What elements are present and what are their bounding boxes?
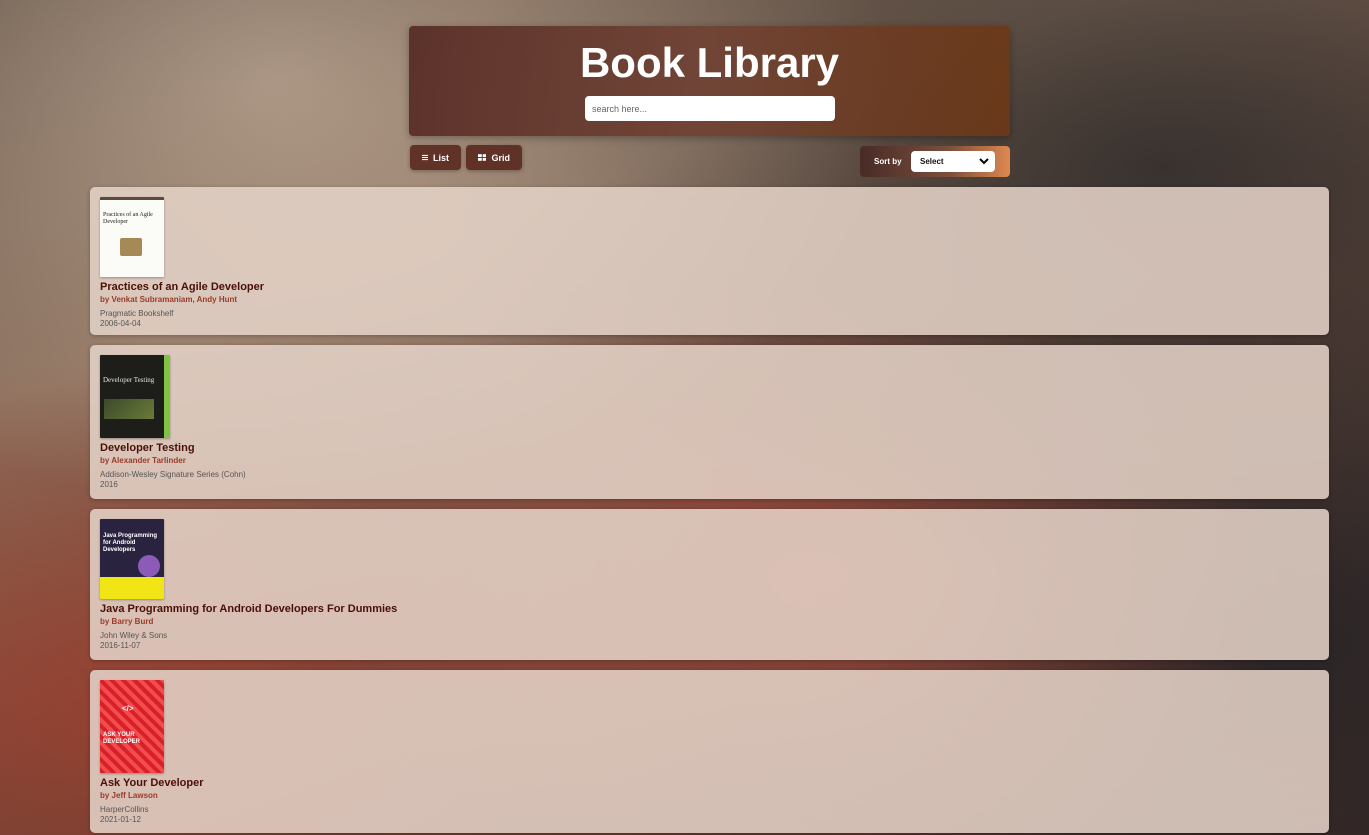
book-date: 2006-04-04 [100,319,141,328]
book-cover-text: Java Programming for Android Developers [103,533,158,553]
list-icon [422,154,428,161]
book-cover-image: Practices of an Agile Developer [100,197,164,277]
page-title: Book Library [579,39,840,86]
chevron-down-icon [979,158,989,165]
list-view-label: List [432,152,449,163]
book-card[interactable]: Java Programming for Android Developers … [90,509,1329,660]
book-cover-text: Developer Testing [103,376,155,384]
search-input[interactable] [585,96,835,121]
book-publisher: HarperCollins [100,805,149,814]
header-panel: Book Library [409,26,1010,136]
book-title[interactable]: Java Programming for Android Developers … [100,603,1319,616]
book-date: 2021-01-12 [100,815,141,824]
book-date: 2016 [100,480,118,489]
book-cover-text: ASK YOUR DEVELOPER [103,732,141,745]
grid-view-label: Grid [491,152,510,163]
book-card[interactable]: </> ASK YOUR DEVELOPER Ask Your Develope… [90,670,1329,833]
grid-icon [478,154,487,161]
sort-select[interactable]: Select [911,151,995,172]
list-view-button[interactable]: List [410,145,461,170]
book-title[interactable]: Developer Testing [100,442,1319,455]
book-publisher: Addison-Wesley Signature Series (Cohn) [100,470,246,479]
book-date: 2016-11-07 [100,641,141,650]
book-cover-image: Java Programming for Android Developers [100,519,164,599]
book-cover-image: Developer Testing [100,355,170,438]
book-title[interactable]: Ask Your Developer [100,777,1319,790]
book-cover-text: Practices of an Agile Developer [103,212,153,225]
book-publisher: John Wiley & Sons [100,631,168,640]
book-card[interactable]: Developer Testing Developer Testing by A… [90,345,1329,499]
book-author: by Alexander Tarlinder [100,456,186,465]
book-card[interactable]: Practices of an Agile Developer Practice… [90,187,1329,335]
grid-view-button[interactable]: Grid [466,145,522,170]
book-cover-image: </> ASK YOUR DEVELOPER [100,680,164,773]
sort-control: Sort by Select [860,146,1010,177]
sort-label: Sort by [874,157,902,166]
book-author: by Barry Burd [100,617,154,626]
sort-selected-value: Select [920,157,944,166]
book-title[interactable]: Practices of an Agile Developer [100,281,1319,294]
book-author: by Venkat Subramaniam, Andy Hunt [100,295,238,304]
book-publisher: Pragmatic Bookshelf [100,309,174,318]
book-author: by Jeff Lawson [100,791,158,800]
